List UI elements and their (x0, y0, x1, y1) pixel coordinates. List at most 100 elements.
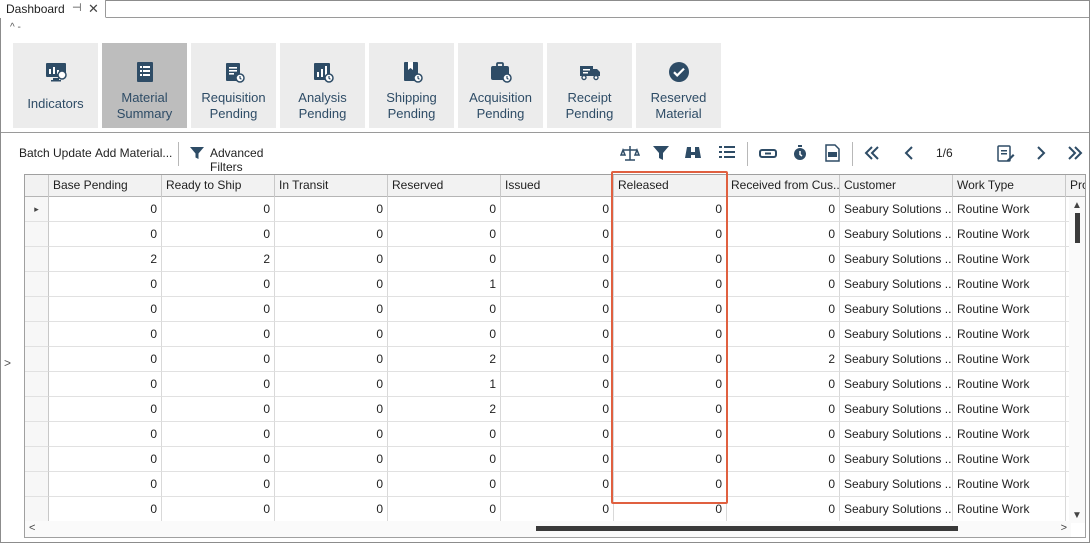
table-cell[interactable]: 0 (614, 197, 727, 222)
table-cell[interactable]: Seabury Solutions ... (840, 272, 953, 297)
table-cell[interactable]: 0 (162, 422, 275, 447)
table-cell[interactable]: 0 (162, 272, 275, 297)
table-cell[interactable]: 0 (49, 472, 162, 497)
table-cell[interactable]: 0 (49, 422, 162, 447)
table-cell[interactable]: 0 (275, 322, 388, 347)
row-indicator[interactable] (25, 472, 49, 497)
table-cell[interactable]: Routine Work (953, 472, 1066, 497)
vertical-scrollbar[interactable]: ▲ ▼ (1069, 197, 1085, 523)
column-header[interactable]: In Transit (275, 175, 388, 197)
row-indicator[interactable] (25, 247, 49, 272)
table-cell[interactable]: 0 (388, 197, 501, 222)
table-row[interactable]: 0 0 0 1 0 0 0 Seabury Solutions ... Routine Work (25, 372, 1085, 397)
table-cell[interactable]: Routine Work (953, 297, 1066, 322)
table-cell[interactable]: 0 (727, 372, 840, 397)
table-cell[interactable]: Seabury Solutions ... (840, 472, 953, 497)
table-cell[interactable]: 0 (727, 397, 840, 422)
first-page-icon[interactable] (862, 143, 882, 163)
table-cell[interactable]: 0 (49, 222, 162, 247)
previous-page-icon[interactable] (899, 143, 919, 163)
table-cell[interactable]: 0 (162, 297, 275, 322)
table-cell[interactable]: 0 (162, 397, 275, 422)
table-cell[interactable]: 0 (388, 247, 501, 272)
table-cell[interactable]: 0 (501, 372, 614, 397)
table-cell[interactable]: 0 (614, 272, 727, 297)
table-cell[interactable]: 0 (162, 322, 275, 347)
column-header[interactable]: Received from Cus... (727, 175, 840, 197)
table-cell[interactable]: Routine Work (953, 247, 1066, 272)
close-icon[interactable]: ✕ (88, 1, 99, 17)
table-cell[interactable]: 0 (49, 322, 162, 347)
tile-acquisition-pending[interactable]: Acquisition Pending (458, 43, 543, 128)
row-indicator[interactable] (25, 322, 49, 347)
table-cell[interactable]: 0 (388, 497, 501, 522)
table-cell[interactable]: Seabury Solutions ... (840, 397, 953, 422)
vertical-scroll-thumb[interactable] (1075, 213, 1080, 243)
table-cell[interactable]: 0 (727, 422, 840, 447)
scroll-up-icon[interactable]: ▲ (1072, 200, 1082, 211)
table-cell[interactable]: 0 (275, 247, 388, 272)
table-cell[interactable]: Seabury Solutions ... (840, 247, 953, 272)
table-cell[interactable]: 0 (501, 497, 614, 522)
row-indicator[interactable] (25, 447, 49, 472)
table-cell[interactable]: 1 (388, 272, 501, 297)
table-row[interactable]: 2 2 0 0 0 0 0 Seabury Solutions ... Routine Work (25, 247, 1085, 272)
scale-icon[interactable] (620, 143, 640, 163)
column-header[interactable]: Pro (1066, 175, 1085, 197)
column-header[interactable]: Ready to Ship (162, 175, 275, 197)
table-cell[interactable]: 0 (275, 222, 388, 247)
table-cell[interactable]: Routine Work (953, 447, 1066, 472)
table-cell[interactable]: 0 (388, 322, 501, 347)
table-cell[interactable]: 0 (501, 272, 614, 297)
pin-icon[interactable]: ⊣ (72, 1, 82, 14)
tile-analysis-pending[interactable]: Analysis Pending (280, 43, 365, 128)
scroll-left-icon[interactable]: < (29, 522, 35, 534)
next-page-icon[interactable] (1031, 143, 1051, 163)
table-cell[interactable]: 0 (614, 322, 727, 347)
scroll-down-icon[interactable]: ▼ (1072, 510, 1082, 521)
table-cell[interactable]: Seabury Solutions ... (840, 197, 953, 222)
table-cell[interactable]: Seabury Solutions ... (840, 497, 953, 522)
table-cell[interactable]: 2 (388, 397, 501, 422)
column-header[interactable]: Work Type (953, 175, 1066, 197)
table-cell[interactable]: 0 (388, 222, 501, 247)
tile-receipt-pending[interactable]: Receipt Pending (547, 43, 632, 128)
list-icon[interactable] (717, 143, 737, 163)
table-cell[interactable]: Routine Work (953, 347, 1066, 372)
table-cell[interactable]: 0 (49, 447, 162, 472)
stopwatch-icon[interactable] (790, 143, 810, 163)
column-header[interactable]: Customer (840, 175, 953, 197)
table-cell[interactable]: Routine Work (953, 197, 1066, 222)
column-header[interactable]: Released (614, 175, 727, 197)
tile-indicators[interactable]: Indicators (13, 43, 98, 128)
table-row[interactable]: 0 0 0 0 0 0 0 Seabury Solutions ... Routine Work (25, 497, 1085, 522)
table-cell[interactable]: 0 (275, 447, 388, 472)
table-cell[interactable]: 0 (727, 272, 840, 297)
horizontal-scroll-thumb[interactable] (536, 526, 958, 531)
tile-shipping-pending[interactable]: Shipping Pending (369, 43, 454, 128)
row-indicator[interactable] (25, 222, 49, 247)
table-cell[interactable]: Routine Work (953, 422, 1066, 447)
table-cell[interactable]: Routine Work (953, 322, 1066, 347)
table-cell[interactable]: 0 (275, 272, 388, 297)
funnel-icon[interactable] (651, 143, 671, 163)
row-indicator[interactable] (25, 422, 49, 447)
batch-update-button[interactable]: Batch Update (19, 146, 92, 160)
table-cell[interactable]: 1 (388, 372, 501, 397)
table-cell[interactable]: 0 (501, 197, 614, 222)
table-cell[interactable]: 0 (275, 347, 388, 372)
table-row[interactable]: 0 0 0 2 0 0 2 Seabury Solutions ... Routine Work (25, 347, 1085, 372)
column-header[interactable]: Issued (501, 175, 614, 197)
table-cell[interactable]: Seabury Solutions ... (840, 347, 953, 372)
table-cell[interactable]: 0 (614, 447, 727, 472)
table-cell[interactable]: 0 (49, 347, 162, 372)
table-cell[interactable]: Seabury Solutions ... (840, 322, 953, 347)
table-cell[interactable]: 0 (49, 397, 162, 422)
table-cell[interactable]: Seabury Solutions ... (840, 372, 953, 397)
binoculars-icon[interactable] (683, 143, 703, 163)
row-indicator[interactable] (25, 397, 49, 422)
table-cell[interactable]: Routine Work (953, 497, 1066, 522)
horizontal-scrollbar[interactable]: < > (25, 521, 1071, 537)
add-material-button[interactable]: Add Material... (95, 146, 172, 160)
table-cell[interactable]: 0 (501, 422, 614, 447)
